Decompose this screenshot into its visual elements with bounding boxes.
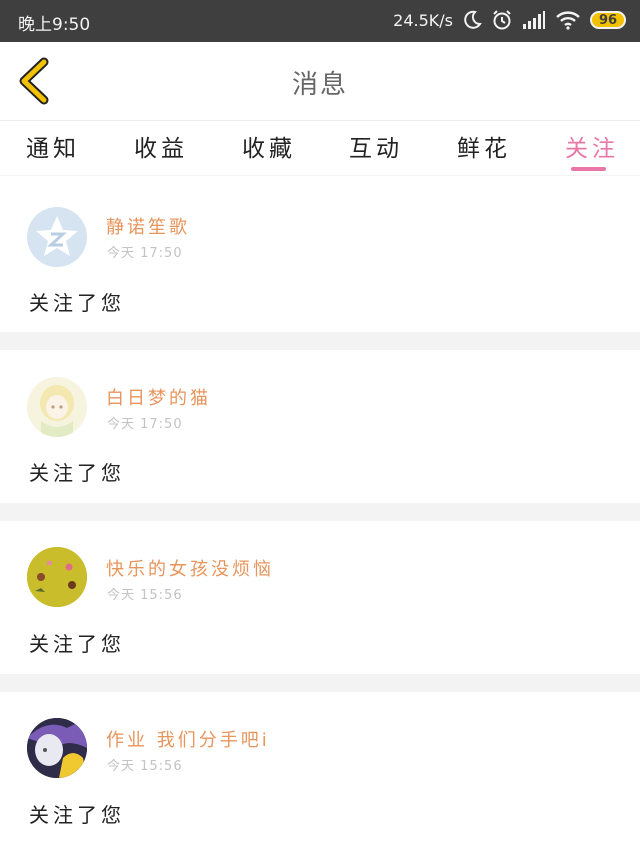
user-name[interactable]: 快乐的女孩没烦恼 xyxy=(106,555,274,581)
user-name[interactable]: 白日梦的猫 xyxy=(106,384,211,410)
page-title: 消息 xyxy=(291,70,348,100)
avatar[interactable] xyxy=(27,377,87,437)
timestamp: 今天 15:56 xyxy=(107,759,183,774)
battery-level: 96 xyxy=(598,12,618,28)
anime-avatar-icon xyxy=(27,718,87,778)
message-text: 关注了您 xyxy=(29,291,125,315)
alarm-icon xyxy=(493,10,511,30)
active-tab-indicator xyxy=(571,167,606,171)
moon-icon xyxy=(464,10,482,29)
star-avatar-icon xyxy=(36,216,78,256)
battery-icon: 96 xyxy=(590,11,626,29)
message-text: 关注了您 xyxy=(29,632,125,656)
notification-card[interactable]: 白日梦的猫 今天 17:50 关注了您 xyxy=(0,350,640,503)
timestamp: 今天 17:50 xyxy=(107,417,183,432)
tab-earnings[interactable]: 收益 xyxy=(134,129,188,163)
notification-card[interactable]: 作业 我们分手吧i 今天 15:56 关注了您 xyxy=(0,692,640,849)
header: 消息 xyxy=(0,42,640,121)
game-scene-avatar-icon xyxy=(27,547,87,607)
timestamp: 今天 17:50 xyxy=(107,246,183,261)
avatar[interactable] xyxy=(27,718,87,778)
notification-card[interactable]: 快乐的女孩没烦恼 今天 15:56 关注了您 xyxy=(0,521,640,674)
status-icons: 24.5K/s 96 xyxy=(393,9,626,31)
status-bar: 晚上9:50 24.5K/s 96 xyxy=(0,0,640,42)
wifi-icon xyxy=(556,11,580,30)
tab-interactions[interactable]: 互动 xyxy=(349,129,403,163)
notification-card[interactable]: 静诺笙歌 今天 17:50 关注了您 xyxy=(0,176,640,332)
net-speed: 24.5K/s xyxy=(393,10,453,30)
signal-icon xyxy=(523,11,545,29)
tab-flowers[interactable]: 鲜花 xyxy=(457,129,511,163)
user-name[interactable]: 静诺笙歌 xyxy=(106,213,190,239)
tab-favorites[interactable]: 收藏 xyxy=(242,129,296,163)
timestamp: 今天 15:56 xyxy=(107,588,183,603)
tab-bar: 通知 收益 收藏 互动 鲜花 关注 xyxy=(0,121,640,175)
tab-follows[interactable]: 关注 xyxy=(565,129,619,163)
tab-notice[interactable]: 通知 xyxy=(26,129,80,163)
message-text: 关注了您 xyxy=(29,461,125,485)
user-name[interactable]: 作业 我们分手吧i xyxy=(106,726,270,752)
avatar[interactable] xyxy=(27,547,87,607)
message-text: 关注了您 xyxy=(29,803,125,827)
anime-girl-avatar-icon xyxy=(40,385,74,437)
avatar[interactable] xyxy=(27,207,87,267)
status-time: 晚上9:50 xyxy=(18,15,91,35)
